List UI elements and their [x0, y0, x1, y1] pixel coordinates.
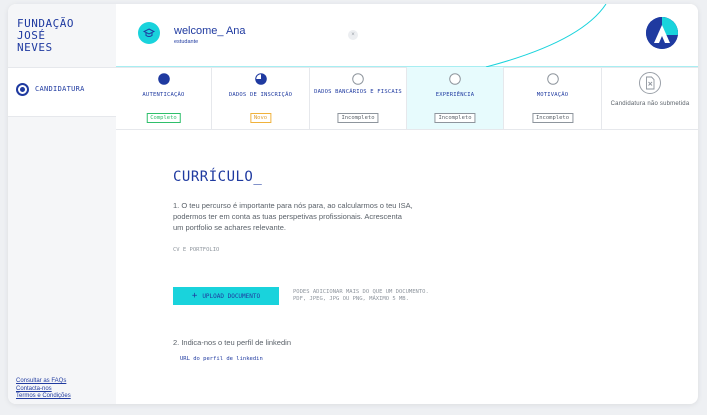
upload-document-button[interactable]: + UPLOAD DOCUMENTO [173, 287, 279, 305]
question-2: 2. Indica-nos o teu perfil de linkedin [173, 338, 291, 347]
cv-portfolio-label: CV E PORTFOLIO [173, 247, 220, 253]
brand-logo[interactable]: FUNDAÇÃO JOSÉ NEVES [17, 18, 74, 54]
footer-links: Consultar as FAQs Contacta-nos Termos e … [16, 378, 71, 401]
step-empty-icon [546, 73, 559, 85]
avatar[interactable] [138, 22, 160, 44]
status-badge: Incompleto [531, 113, 574, 123]
upload-hint: PODES ADICIONAR MAIS DO QUE UM DOCUMENTO… [293, 289, 429, 303]
step-label: AUTENTICAÇÃO [142, 92, 185, 98]
app-window: FUNDAÇÃO JOSÉ NEVES CANDIDATURA Consulta… [8, 4, 698, 404]
graduation-cap-icon [143, 28, 155, 37]
main-content: CURRÍCULO_ 1. O teu percurso é important… [116, 130, 698, 404]
question-1: 1. O teu percurso é importante para nós … [173, 201, 413, 232]
contact-link[interactable]: Contacta-nos [16, 386, 71, 394]
status-badge: Incompleto [337, 113, 379, 123]
radio-dot-icon [16, 83, 29, 96]
header: welcome_ Ana estudante × [116, 4, 698, 68]
step-autenticacao[interactable]: AUTENTICAÇÃO Completo [116, 67, 212, 129]
status-badge: Novo [249, 113, 272, 123]
brand-mark-icon [646, 17, 678, 49]
step-complete-icon [157, 73, 170, 85]
page-title: CURRÍCULO_ [173, 169, 263, 185]
step-partial-icon [254, 73, 267, 85]
step-candidatura-status: Candidatura não submetida [602, 67, 698, 129]
status-badge: Incompleto [434, 113, 476, 123]
step-label: EXPERIÊNCIA [435, 92, 475, 98]
step-motivacao[interactable]: MOTIVAÇÃO Incompleto [504, 67, 602, 129]
upload-hint-line: PDF, JPEG, JPG OU PNG, MÁXIMO 5 MB. [293, 296, 409, 302]
step-label: DADOS BANCÁRIOS E FISCAIS [314, 89, 402, 95]
user-role: estudante [174, 39, 199, 45]
welcome-title: welcome_ Ana [174, 25, 246, 37]
step-dados-inscricao[interactable]: DADOS DE INSCRIÇÃO Novo [212, 67, 310, 129]
status-badge: Completo [146, 113, 181, 123]
brand-line: NEVES [17, 41, 53, 54]
submission-status: Candidatura não submetida [610, 101, 690, 107]
step-label: MOTIVAÇÃO [536, 92, 569, 98]
upload-button-label: UPLOAD DOCUMENTO [202, 293, 261, 300]
upload-hint-line: PODES ADICIONAR MAIS DO QUE UM DOCUMENTO… [293, 289, 429, 295]
plus-icon: + [191, 291, 198, 301]
document-x-icon [639, 72, 661, 94]
sidebar: FUNDAÇÃO JOSÉ NEVES CANDIDATURA Consulta… [8, 4, 116, 404]
step-label: DADOS DE INSCRIÇÃO [228, 92, 293, 98]
faq-link[interactable]: Consultar as FAQs [16, 378, 71, 386]
step-empty-icon [449, 73, 461, 85]
sidebar-item-candidatura[interactable]: CANDIDATURA [8, 67, 116, 117]
sidebar-item-label: CANDIDATURA [35, 85, 85, 93]
close-icon[interactable]: × [348, 30, 358, 40]
brand-badge-icon[interactable] [646, 17, 678, 49]
step-experiencia[interactable]: EXPERIÊNCIA Incompleto [407, 67, 504, 129]
linkedin-url-input[interactable] [180, 356, 350, 362]
step-dados-bancarios[interactable]: DADOS BANCÁRIOS E FISCAIS Incompleto [310, 67, 407, 129]
step-empty-icon [352, 73, 364, 85]
progress-steps: AUTENTICAÇÃO Completo DADOS DE INSCRIÇÃO… [116, 67, 698, 130]
terms-link[interactable]: Termos e Condições [16, 393, 71, 401]
